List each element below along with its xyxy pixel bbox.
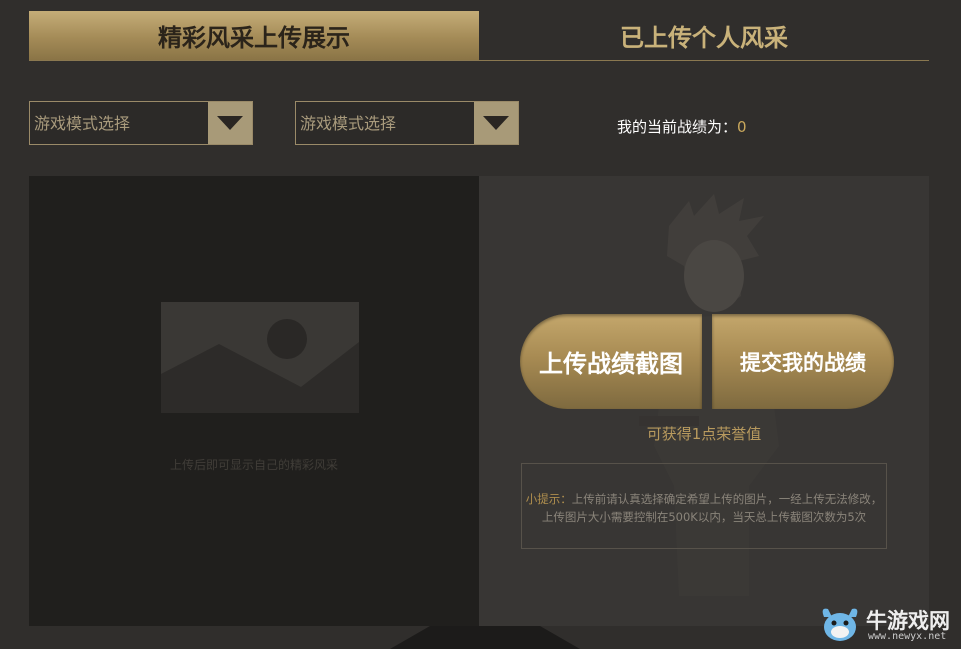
game-mode-select-2-value: 游戏模式选择 [300,114,397,133]
dropdown-arrow-icon[interactable] [208,102,252,144]
tip-label: 小提示： [525,492,572,506]
game-mode-select-1-value: 游戏模式选择 [34,114,131,133]
preview-panel: 上传后即可显示自己的精彩风采 [29,176,479,626]
upload-panel: 上传战绩截图 提交我的战绩 可获得1点荣誉值 小提示：上传前请认真选择确定希望上… [479,176,929,626]
image-placeholder-icon [161,302,359,413]
preview-hint: 上传后即可显示自己的精彩风采 [169,458,338,472]
tab-upload-showcase[interactable]: 精彩风采上传展示 [29,11,479,60]
watermark-url: www.newyx.net [868,631,947,642]
game-mode-select-2[interactable]: 游戏模式选择 [295,101,519,145]
newyx-logo-icon [822,608,858,641]
dropdown-arrow-icon[interactable] [474,102,518,144]
bottom-decoration [390,626,580,649]
score-label: 我的当前战绩为： [617,118,738,136]
tab-bar: 精彩风采上传展示 已上传个人风采 [29,11,929,61]
site-watermark: 牛游戏网 www.newyx.net [818,603,958,647]
honor-reward-text: 可获得1点荣誉值 [646,425,762,443]
score-value: 0 [737,118,747,136]
current-score: 我的当前战绩为：0 [617,116,747,137]
upload-screenshot-button[interactable]: 上传战绩截图 [520,314,702,409]
game-mode-select-1[interactable]: 游戏模式选择 [29,101,253,145]
action-buttons: 上传战绩截图 提交我的战绩 [520,314,894,409]
tip-text: 上传前请认真选择确定希望上传的图片，一经上传无法修改，上传图片大小需要控制在50… [541,492,883,524]
submit-record-button[interactable]: 提交我的战绩 [712,314,894,409]
tip-box: 小提示：上传前请认真选择确定希望上传的图片，一经上传无法修改，上传图片大小需要控… [521,463,887,549]
tab-uploaded-personal[interactable]: 已上传个人风采 [479,11,929,60]
